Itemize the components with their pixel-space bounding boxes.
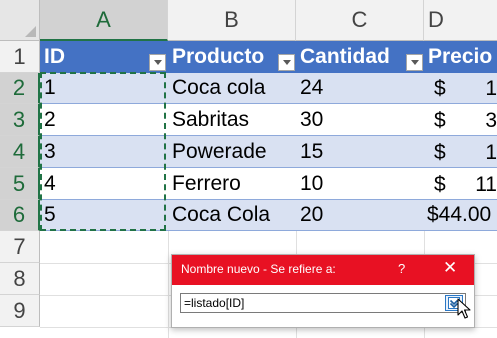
cell-c6[interactable]: 20 [296, 200, 424, 231]
cell-c4[interactable]: 15 [296, 136, 424, 168]
spreadsheet: A B C D 1 2 3 4 5 6 7 8 9 ID Producto Ca… [0, 0, 497, 338]
chevron-down-icon [410, 60, 419, 65]
help-button[interactable]: ? [398, 261, 405, 276]
row-header-1[interactable]: 1 [0, 41, 40, 73]
header-label: Producto [172, 45, 265, 68]
cell-c5[interactable]: 10 [296, 168, 424, 200]
select-all-corner[interactable] [0, 0, 40, 41]
new-name-dialog: Nombre nuevo - Se refiere a: ? ✕ [171, 254, 475, 328]
filter-dropdown-id[interactable] [149, 54, 166, 71]
currency-symbol: $ [434, 141, 446, 164]
chevron-down-icon [282, 60, 291, 65]
precio-value: 11 [475, 173, 497, 196]
column-header-b[interactable]: B [168, 0, 296, 41]
table-header-precio[interactable]: Precio [424, 41, 497, 73]
cell-b2[interactable]: Coca cola [168, 73, 296, 104]
column-header-d[interactable]: D [424, 0, 497, 41]
header-label: ID [44, 45, 65, 68]
currency-symbol: $ [434, 173, 446, 196]
precio-value: 1 [485, 77, 497, 100]
row-header-7[interactable]: 7 [0, 231, 40, 263]
row-header-8[interactable]: 8 [0, 263, 40, 295]
row-header-5[interactable]: 5 [0, 168, 40, 200]
close-button[interactable]: ✕ [443, 259, 457, 277]
cell-a4[interactable]: 3 [40, 136, 168, 168]
dialog-title-bar[interactable]: Nombre nuevo - Se refiere a: ? ✕ [172, 255, 474, 285]
table-header-cantidad[interactable]: Cantidad [296, 41, 424, 73]
currency-symbol: $ [434, 109, 446, 132]
header-label: Precio [428, 45, 493, 68]
cell-a3[interactable]: 2 [40, 104, 168, 136]
precio-value: 1 [485, 141, 497, 164]
refers-to-input[interactable] [180, 293, 466, 313]
cell-b5[interactable]: Ferrero [168, 168, 296, 200]
column-header-c[interactable]: C [296, 0, 424, 41]
cell-b3[interactable]: Sabritas [168, 104, 296, 136]
currency-symbol: $ [434, 77, 446, 100]
row-header-2[interactable]: 2 [0, 73, 40, 104]
row-header-4[interactable]: 4 [0, 136, 40, 168]
filter-dropdown-cantidad[interactable] [406, 54, 423, 71]
precio-value: 3 [485, 109, 497, 132]
cell-c2[interactable]: 24 [296, 73, 424, 104]
cell-a2[interactable]: 1 [40, 73, 168, 104]
row-header-9[interactable]: 9 [0, 295, 40, 327]
cell-b4[interactable]: Powerade [168, 136, 296, 168]
mouse-cursor-icon [457, 298, 471, 319]
table-header-producto[interactable]: Producto [168, 41, 296, 73]
cell-a6[interactable]: 5 [40, 200, 168, 231]
chevron-down-icon [153, 60, 162, 65]
cell-d6[interactable]: $44.00 [424, 200, 497, 231]
cell-a5[interactable]: 4 [40, 168, 168, 200]
column-header-a[interactable]: A [40, 0, 168, 41]
filter-dropdown-producto[interactable] [278, 54, 295, 71]
row-header-6[interactable]: 6 [0, 200, 40, 231]
row-header-3[interactable]: 3 [0, 104, 40, 136]
header-label: Cantidad [300, 45, 390, 68]
dialog-title: Nombre nuevo - Se refiere a: [181, 262, 336, 276]
cell-b6[interactable]: Coca Cola [168, 200, 296, 231]
cell-c3[interactable]: 30 [296, 104, 424, 136]
